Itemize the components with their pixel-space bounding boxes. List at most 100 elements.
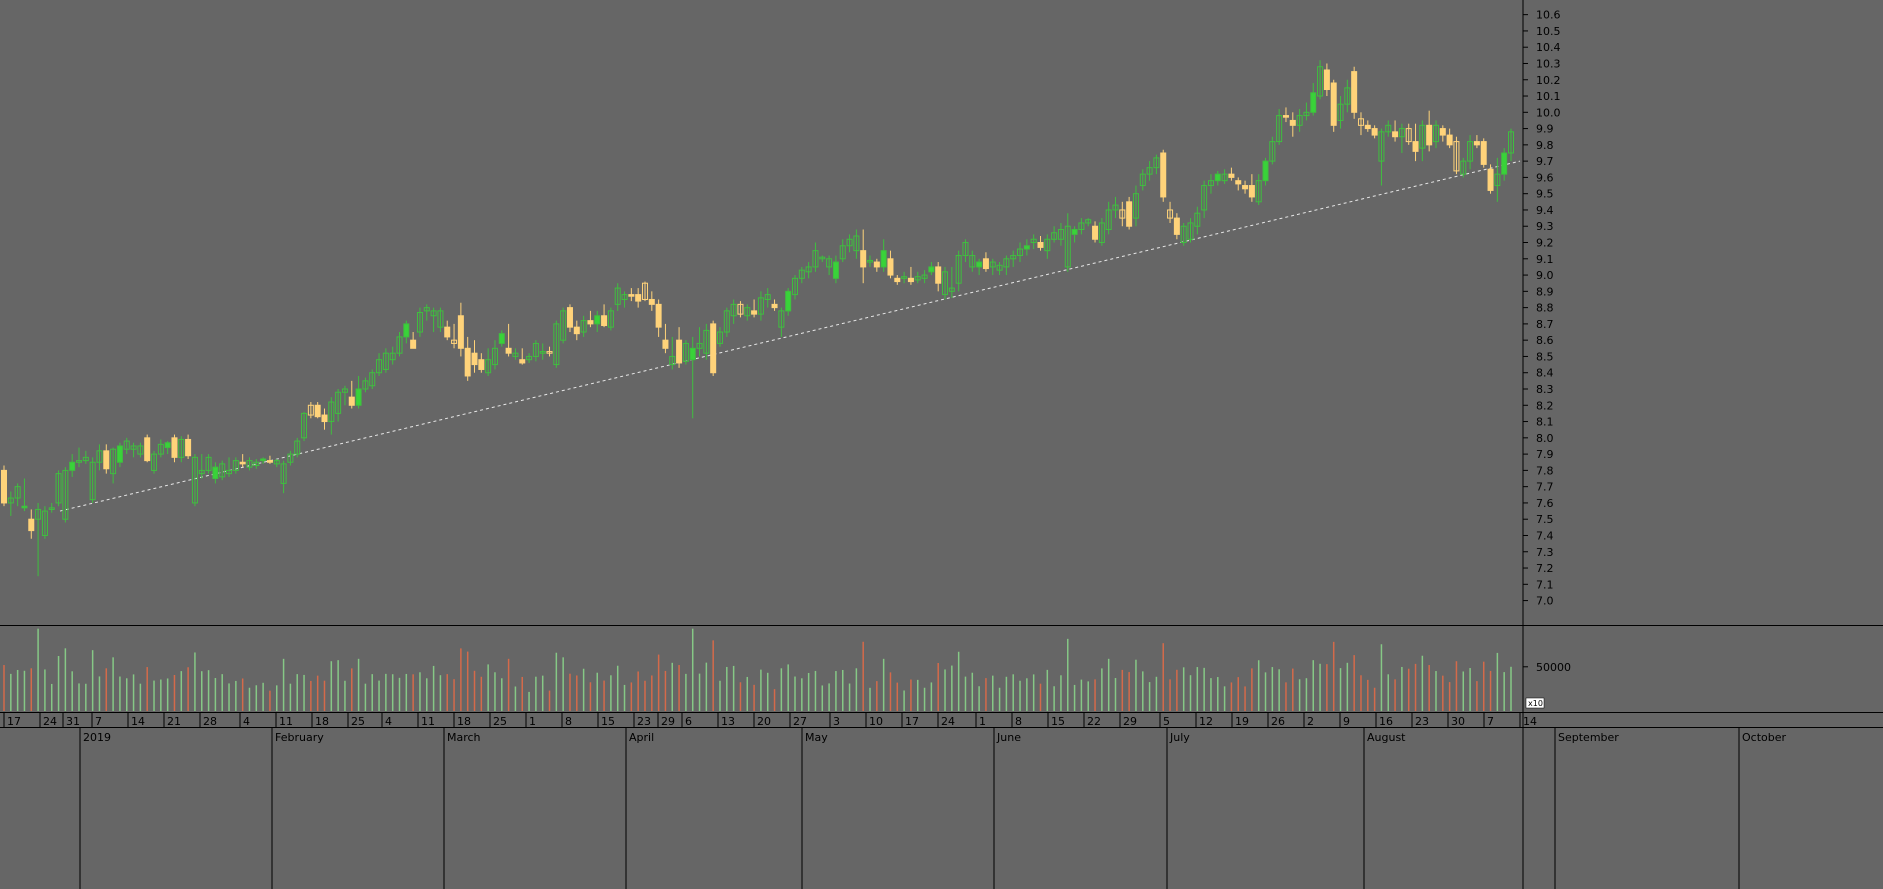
candle-body <box>212 466 219 480</box>
price-tick-label: 7.5 <box>1536 513 1554 526</box>
candle-body <box>185 438 192 457</box>
month-tick-label: August <box>1367 731 1406 744</box>
day-tick-label: 6 <box>685 715 692 728</box>
day-tick-label: 21 <box>167 715 181 728</box>
candle-body <box>1092 225 1099 240</box>
candle-body <box>1126 201 1133 227</box>
day-tick-label: 7 <box>95 715 102 728</box>
candle-body <box>1214 173 1221 182</box>
candle-body <box>628 294 635 297</box>
candle-body <box>410 339 417 349</box>
candle-body <box>1323 69 1330 91</box>
day-tick-label: 23 <box>1415 715 1429 728</box>
candle-body <box>785 290 792 312</box>
day-tick-label: 25 <box>493 715 507 728</box>
candle-body <box>1262 160 1269 182</box>
candle-body <box>566 307 573 328</box>
price-tick-label: 10.5 <box>1536 25 1561 38</box>
month-tick-label: June <box>996 731 1021 744</box>
month-tick-label: March <box>447 731 481 744</box>
day-tick-label: 28 <box>203 715 217 728</box>
candle-body <box>860 250 867 268</box>
candle-body <box>1242 185 1249 190</box>
price-tick-label: 10.0 <box>1536 106 1561 119</box>
day-tick-label: 24 <box>941 715 955 728</box>
candle-body <box>1160 152 1167 198</box>
candle-body <box>771 303 778 309</box>
price-tick-label: 9.8 <box>1536 139 1554 152</box>
candle-body <box>1228 173 1235 178</box>
candle-body <box>928 266 935 273</box>
price-tick-label: 10.3 <box>1536 57 1561 70</box>
price-tick-label: 7.2 <box>1536 562 1554 575</box>
month-tick-label: 2019 <box>83 731 111 744</box>
candle-body <box>28 518 35 532</box>
price-tick-label: 7.6 <box>1536 497 1554 510</box>
day-tick-label: 27 <box>793 715 807 728</box>
candle-body <box>751 310 758 315</box>
price-tick-label: 8.3 <box>1536 383 1554 396</box>
candle-body <box>21 505 28 509</box>
price-tick-label: 9.0 <box>1536 269 1554 282</box>
candle-body <box>1480 141 1487 165</box>
candle-body <box>171 437 178 458</box>
candle-body <box>689 347 696 361</box>
volume-tick-label: 50000 <box>1536 661 1571 674</box>
candle-body <box>498 333 505 344</box>
candle-body <box>519 359 526 364</box>
candle <box>1487 164 1494 194</box>
candle-body <box>710 323 717 374</box>
candle <box>144 434 151 463</box>
candle <box>1126 196 1133 230</box>
day-tick-label: 17 <box>905 715 919 728</box>
month-tick-label: September <box>1558 731 1619 744</box>
price-tick-label: 9.6 <box>1536 171 1554 184</box>
candle-body <box>635 294 642 302</box>
stock-chart[interactable]: 7.0 7.1 7.2 7.3 7.4 7.5 7.6 7.7 7.8 7.9 8.0 8.1 8.2 8… <box>0 0 1883 889</box>
day-tick-label: 12 <box>1199 715 1213 728</box>
price-tick-label: 10.4 <box>1536 41 1561 54</box>
candle-body <box>321 414 328 423</box>
candle-body <box>1330 82 1337 126</box>
day-tick-label: 10 <box>869 715 883 728</box>
candle-body <box>1364 124 1371 130</box>
candle-body <box>1248 185 1255 198</box>
candle-body <box>1282 115 1289 118</box>
candle-body <box>1 469 7 504</box>
price-tick-label: 9.3 <box>1536 220 1554 233</box>
day-tick-label: 13 <box>721 715 735 728</box>
candle-body <box>116 445 123 463</box>
price-tick-label: 10.1 <box>1536 90 1561 103</box>
candle-body <box>894 277 901 283</box>
candle-body <box>935 266 942 284</box>
candle-body <box>355 388 362 406</box>
month-tick-label: April <box>629 731 654 744</box>
candle <box>1351 66 1358 119</box>
candle-body <box>505 347 512 354</box>
candle-body <box>1235 180 1242 185</box>
candle <box>1 465 7 507</box>
price-tick-label: 7.1 <box>1536 578 1554 591</box>
candle-body <box>982 258 989 270</box>
candle-body <box>1446 134 1453 146</box>
price-tick-label: 8.4 <box>1536 367 1554 380</box>
candle-body <box>1501 152 1508 175</box>
day-tick-label: 18 <box>457 715 471 728</box>
price-tick-label: 7.3 <box>1536 546 1554 559</box>
candle-body <box>260 458 267 462</box>
day-tick-label: 2 <box>1307 715 1314 728</box>
price-tick-label: 8.9 <box>1536 285 1554 298</box>
day-tick-label: 18 <box>315 715 329 728</box>
candle-body <box>1310 92 1317 113</box>
candle-body <box>1392 131 1399 138</box>
price-tick-label: 9.1 <box>1536 253 1554 266</box>
candle-body <box>478 359 485 370</box>
candle-body <box>1487 168 1494 191</box>
price-tick-label: 7.0 <box>1536 595 1554 608</box>
day-tick-label: 17 <box>7 715 21 728</box>
day-tick-label: 15 <box>1051 715 1065 728</box>
day-tick-label: 26 <box>1271 715 1285 728</box>
price-tick-label: 9.7 <box>1536 155 1554 168</box>
candle-body <box>662 339 669 349</box>
month-tick-label: October <box>1742 731 1786 744</box>
